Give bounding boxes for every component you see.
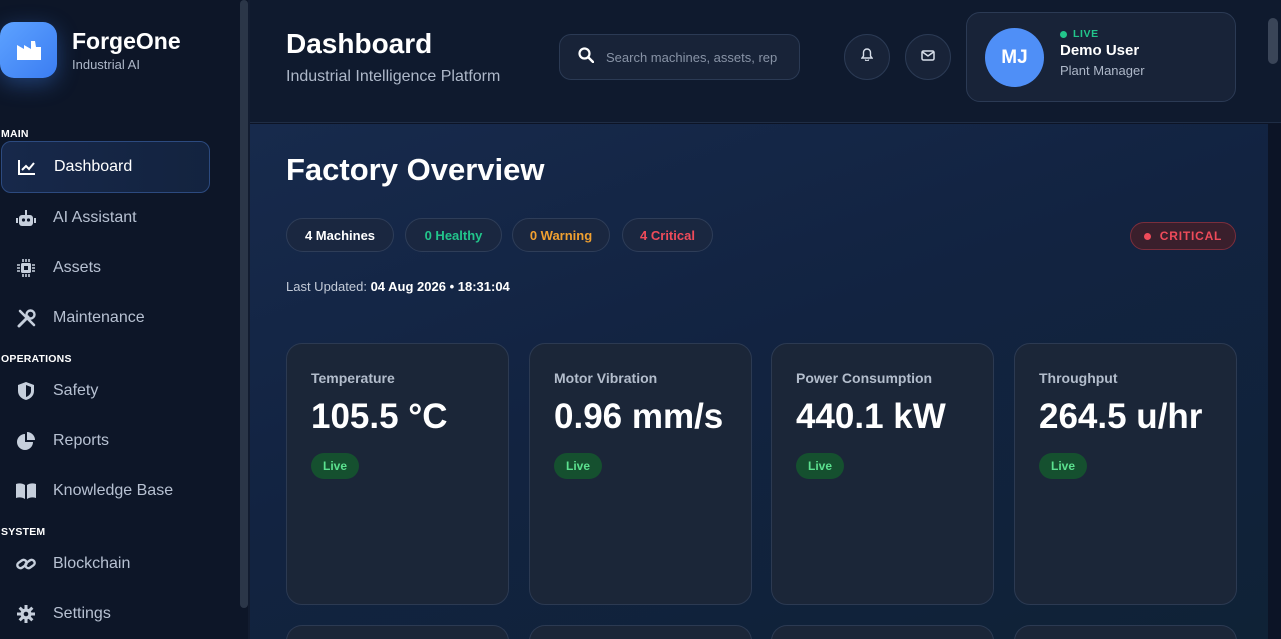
status-badge: CRITICAL (1130, 222, 1236, 250)
last-updated-value: 04 Aug 2026 • 18:31:04 (370, 279, 510, 294)
messages-button[interactable] (905, 34, 951, 80)
sidebar-item-label: Reports (53, 432, 110, 449)
search-box[interactable] (559, 34, 800, 80)
user-name: Demo User (1060, 42, 1140, 59)
envelope-icon (921, 48, 935, 66)
main-content: Factory Overview 4 Machines 0 Healthy 0 … (250, 124, 1268, 639)
metric-value-block: 105.5 °C Live (311, 396, 501, 480)
sidebar-item-assets[interactable]: Assets (1, 242, 210, 294)
last-updated-label: Last Updated: (286, 279, 367, 294)
page-title: Dashboard (286, 28, 433, 59)
sidebar-item-safety[interactable]: Safety (1, 365, 210, 417)
metric-value-block: 0.96 mm/s Live (554, 396, 744, 480)
next-row-card[interactable] (286, 625, 509, 639)
brand-subtitle: Industrial AI (72, 57, 140, 72)
sidebar-item-label: Dashboard (54, 158, 133, 175)
sidebar-item-ai-assistant[interactable]: AI Assistant (1, 192, 210, 244)
filter-pill-critical[interactable]: 4 Critical (622, 218, 713, 252)
metric-value: 264.5 u/hr (1039, 397, 1203, 436)
sidebar-item-label: Knowledge Base (53, 482, 174, 499)
avatar: MJ (985, 28, 1044, 87)
live-badge: Live (554, 453, 603, 479)
sidebar-item-label: Maintenance (53, 309, 145, 326)
status-dot-icon (1143, 232, 1151, 240)
top-header: Dashboard Industrial Intelligence Platfo… (250, 0, 1281, 123)
section-label-system: SYSTEM (1, 526, 46, 538)
bell-icon (860, 48, 874, 66)
next-row-card[interactable] (771, 625, 994, 639)
sidebar-item-knowledge-base[interactable]: Knowledge Base (1, 465, 210, 517)
sidebar-item-label: Blockchain (53, 555, 131, 572)
user-profile-card[interactable]: MJ LIVE Demo User Plant Manager (966, 12, 1236, 102)
factory-icon (0, 22, 57, 78)
search-icon (578, 46, 595, 68)
link-icon (15, 553, 37, 575)
sidebar-item-dashboard[interactable]: Dashboard (1, 141, 210, 193)
app-window: ForgeOne Industrial AI MAIN Dashboard AI… (0, 0, 1281, 639)
notifications-button[interactable] (844, 34, 890, 80)
main-scrollbar-thumb[interactable] (1268, 18, 1278, 64)
book-icon (15, 480, 37, 502)
pie-chart-icon (15, 430, 37, 452)
section-label-operations: OPERATIONS (1, 353, 72, 365)
live-badge: Live (796, 453, 845, 479)
metric-card-throughput[interactable]: Throughput 264.5 u/hr Live (1014, 343, 1237, 605)
live-badge: Live (1039, 453, 1088, 479)
live-status-label: LIVE (1073, 28, 1099, 40)
sidebar-item-settings[interactable]: Settings (1, 588, 210, 639)
search-input[interactable] (606, 49, 786, 65)
filter-pill-healthy[interactable]: 0 Healthy (405, 218, 502, 252)
metric-card-power-consumption[interactable]: Power Consumption 440.1 kW Live (771, 343, 994, 605)
next-row-card[interactable] (1014, 625, 1237, 639)
tools-icon (15, 307, 37, 329)
status-badge-label: CRITICAL (1159, 229, 1223, 243)
sidebar-item-maintenance[interactable]: Maintenance (1, 292, 210, 344)
metric-value-block: 264.5 u/hr Live (1039, 396, 1229, 480)
page-subtitle: Industrial Intelligence Platform (286, 68, 501, 85)
sidebar-item-label: Settings (53, 605, 111, 622)
metric-label: Throughput (1039, 370, 1118, 386)
sidebar-item-label: Safety (53, 382, 99, 399)
last-updated: Last Updated: 04 Aug 2026 • 18:31:04 (286, 279, 510, 294)
sidebar-item-blockchain[interactable]: Blockchain (1, 538, 210, 590)
chart-line-icon (16, 156, 38, 178)
filter-pill-machines[interactable]: 4 Machines (286, 218, 394, 252)
sidebar-item-label: AI Assistant (53, 209, 137, 226)
metric-label: Motor Vibration (554, 370, 658, 386)
robot-icon (15, 207, 37, 229)
sidebar-scrollbar[interactable] (240, 0, 248, 608)
metric-card-temperature[interactable]: Temperature 105.5 °C Live (286, 343, 509, 605)
metric-label: Temperature (311, 370, 395, 386)
gear-icon (15, 603, 37, 625)
metric-label: Power Consumption (796, 370, 933, 386)
live-status: LIVE (1060, 28, 1099, 40)
metric-value: 105.5 °C (311, 397, 448, 436)
sidebar-item-label: Assets (53, 259, 102, 276)
metric-value: 0.96 mm/s (554, 397, 724, 436)
shield-icon (15, 380, 37, 402)
filter-pill-warning[interactable]: 0 Warning (512, 218, 610, 252)
live-dot-icon (1060, 30, 1067, 38)
next-row-card[interactable] (529, 625, 752, 639)
brand-name: ForgeOne (72, 28, 181, 54)
brand[interactable]: ForgeOne Industrial AI (0, 22, 181, 78)
sidebar-item-reports[interactable]: Reports (1, 415, 210, 467)
metric-value-block: 440.1 kW Live (796, 396, 986, 480)
live-badge: Live (311, 453, 360, 479)
sidebar: ForgeOne Industrial AI MAIN Dashboard AI… (0, 0, 250, 639)
section-label-main: MAIN (1, 128, 29, 140)
chip-icon (15, 257, 37, 279)
metric-card-motor-vibration[interactable]: Motor Vibration 0.96 mm/s Live (529, 343, 752, 605)
metric-value: 440.1 kW (796, 397, 946, 436)
overview-title: Factory Overview (286, 152, 545, 187)
user-role: Plant Manager (1060, 63, 1145, 78)
